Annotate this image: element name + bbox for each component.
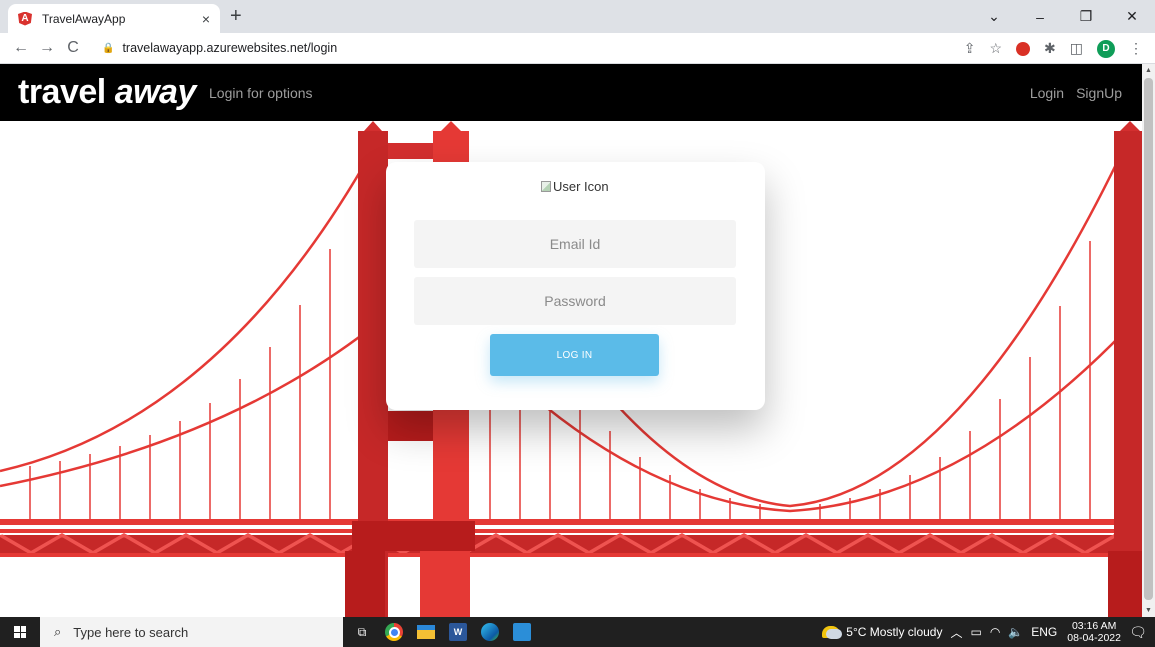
clock[interactable]: 03:16 AM 08-04-2022 — [1067, 620, 1121, 644]
word-icon[interactable]: W — [449, 623, 467, 641]
brand-text-away: away — [114, 73, 197, 111]
reload-button[interactable]: C — [60, 39, 86, 57]
taskbar-pinned-apps: ⧉ W — [353, 623, 531, 641]
search-icon: ⌕ — [54, 624, 62, 639]
edge-icon[interactable] — [481, 623, 499, 641]
extensions-puzzle-icon[interactable]: ✱ — [1044, 40, 1056, 57]
toolbar-icons: ⇪ ☆ ✱ ◫ D ⋮ — [964, 33, 1143, 64]
password-input[interactable] — [414, 277, 736, 325]
taskbar-search[interactable]: ⌕ Type here to search — [40, 617, 343, 647]
system-tray: 5°C Mostly cloudy ︿ ▭ ◠ 🔈 ENG 03:16 AM 0… — [822, 617, 1155, 647]
back-button[interactable]: ← — [8, 39, 34, 57]
weather-text[interactable]: 5°C Mostly cloudy — [846, 625, 942, 639]
close-window-button[interactable]: ✕ — [1109, 0, 1155, 33]
battery-icon[interactable]: ▭ — [970, 625, 981, 639]
user-icon-image: User Icon — [541, 179, 609, 194]
clock-date: 08-04-2022 — [1067, 632, 1121, 644]
tab-close-icon[interactable]: × — [202, 11, 210, 27]
profile-avatar[interactable]: D — [1097, 39, 1115, 58]
minimize-button[interactable]: – — [1017, 0, 1063, 33]
nav-signup-link[interactable]: SignUp — [1076, 85, 1122, 101]
browser-tab[interactable]: A TravelAwayApp × — [8, 4, 220, 33]
window-controls: ⌄ – ❐ ✕ — [971, 0, 1155, 33]
restore-button[interactable]: ❐ — [1063, 0, 1109, 33]
forward-button[interactable]: → — [34, 39, 60, 57]
volume-icon[interactable]: 🔈 — [1008, 625, 1023, 639]
url-text: travelawayapp.azurewebsites.net/login — [122, 41, 338, 55]
side-panel-icon[interactable]: ◫ — [1070, 40, 1083, 57]
windows-logo-icon — [14, 626, 26, 638]
scroll-up-icon[interactable]: ▲ — [1145, 67, 1152, 74]
nav-auth-links: Login SignUp — [1030, 85, 1122, 101]
menu-kebab-icon[interactable]: ⋮ — [1129, 40, 1143, 57]
extension-shield-icon[interactable] — [1016, 41, 1031, 56]
tab-title: TravelAwayApp — [42, 11, 126, 26]
bridge-deck — [0, 519, 1142, 557]
chrome-icon[interactable] — [385, 623, 403, 641]
broken-image-icon — [541, 181, 551, 192]
bookmark-star-icon[interactable]: ☆ — [989, 40, 1002, 57]
language-indicator[interactable]: ENG — [1031, 625, 1057, 639]
start-button[interactable] — [0, 617, 40, 647]
nav-login-link[interactable]: Login — [1030, 85, 1064, 101]
share-icon[interactable]: ⇪ — [964, 40, 976, 57]
task-view-icon[interactable]: ⧉ — [353, 623, 371, 641]
site-navbar: travel away Login for options Login Sign… — [0, 64, 1142, 121]
weather-cloud-icon[interactable] — [822, 626, 843, 639]
login-button[interactable]: LOG IN — [490, 334, 659, 376]
photos-icon[interactable] — [513, 623, 531, 641]
brand-logo[interactable]: travel away — [18, 72, 196, 112]
tray-chevron-icon[interactable]: ︿ — [950, 624, 962, 641]
notification-icon[interactable]: 🗨 — [1121, 624, 1155, 641]
new-tab-button[interactable]: + — [230, 6, 242, 26]
angular-favicon-icon: A — [18, 11, 32, 26]
browser-toolbar: ← → C 🔒 travelawayapp.azurewebsites.net/… — [0, 33, 1155, 64]
web-page: travel away Login for options Login Sign… — [0, 64, 1142, 617]
login-for-options-link[interactable]: Login for options — [209, 85, 313, 101]
brand-text-travel: travel — [18, 73, 115, 111]
page-scrollbar[interactable]: ▲ ▼ — [1142, 64, 1155, 617]
clock-time: 03:16 AM — [1071, 620, 1117, 632]
address-bar[interactable]: 🔒 travelawayapp.azurewebsites.net/login — [94, 35, 904, 61]
login-card: User Icon LOG IN — [386, 162, 765, 410]
email-input[interactable] — [414, 220, 736, 268]
file-explorer-icon[interactable] — [417, 625, 435, 639]
wifi-icon[interactable]: ◠ — [990, 625, 1000, 639]
scroll-down-icon[interactable]: ▼ — [1145, 607, 1152, 614]
scroll-thumb[interactable] — [1144, 78, 1153, 600]
windows-taskbar: ⌕ Type here to search ⧉ W 5°C Mostly clo… — [0, 617, 1155, 647]
browser-tab-bar: A TravelAwayApp × + ⌄ – ❐ ✕ — [0, 0, 1155, 33]
user-icon-alt-text: User Icon — [553, 179, 609, 194]
lock-icon[interactable]: 🔒 — [102, 43, 114, 54]
taskbar-search-placeholder: Type here to search — [73, 624, 189, 640]
tab-search-icon[interactable]: ⌄ — [971, 0, 1017, 33]
